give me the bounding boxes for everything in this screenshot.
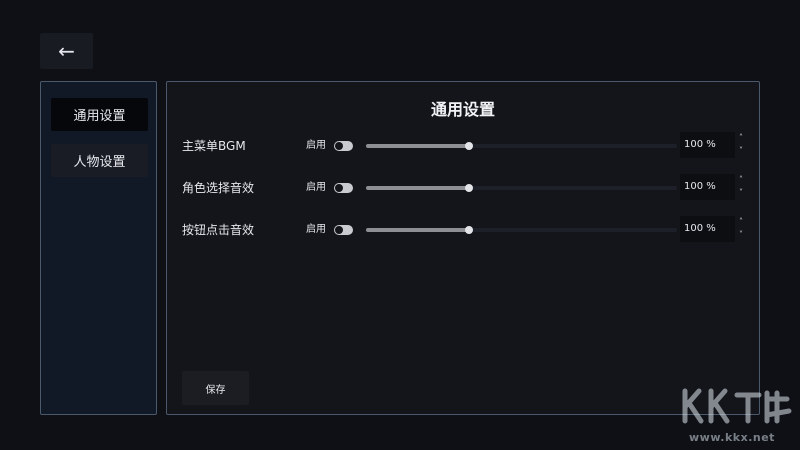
sidebar-item-character[interactable]: 人物设置	[51, 144, 148, 177]
enable-toggle[interactable]	[334, 183, 353, 193]
chevron-up-icon[interactable]: ˄	[735, 174, 747, 186]
volume-stepper: ˄ ˅	[735, 215, 747, 243]
volume-input[interactable]: 100 %	[680, 174, 735, 200]
setting-label: 主菜单BGM	[182, 139, 246, 153]
setting-row-character-select-sfx: 角色选择音效 启用 100 % ˄ ˅	[167, 173, 759, 201]
slider-fill	[366, 186, 469, 190]
settings-panel: 通用设置 主菜单BGM 启用 100 % ˄ ˅ 角色选择音效 启用 100 %…	[166, 81, 760, 415]
volume-input[interactable]: 100 %	[680, 132, 735, 158]
volume-input[interactable]: 100 %	[680, 216, 735, 242]
volume-stepper: ˄ ˅	[735, 173, 747, 201]
sidebar-item-label: 通用设置	[73, 109, 126, 124]
enable-toggle[interactable]	[334, 225, 353, 235]
chevron-up-icon[interactable]: ˄	[735, 216, 747, 228]
toggle-knob	[335, 142, 343, 150]
slider-thumb[interactable]	[464, 226, 473, 234]
sidebar-item-label: 人物设置	[73, 155, 126, 170]
enable-label: 启用	[306, 224, 326, 235]
enable-label: 启用	[306, 140, 326, 151]
settings-sidebar: 通用设置 人物设置	[40, 81, 157, 415]
setting-label: 角色选择音效	[182, 181, 255, 195]
setting-row-button-click-sfx: 按钮点击音效 启用 100 % ˄ ˅	[167, 215, 759, 243]
chevron-down-icon[interactable]: ˅	[735, 229, 747, 241]
volume-slider[interactable]	[366, 183, 677, 193]
volume-stepper: ˄ ˅	[735, 131, 747, 159]
enable-label: 启用	[306, 182, 326, 193]
arrow-left-icon: ←	[58, 39, 75, 63]
volume-slider[interactable]	[366, 141, 677, 151]
save-button[interactable]: 保存	[182, 371, 249, 405]
slider-fill	[366, 228, 469, 232]
chevron-up-icon[interactable]: ˄	[735, 132, 747, 144]
chevron-down-icon[interactable]: ˅	[735, 145, 747, 157]
watermark-url: www.kkx.net	[689, 431, 775, 444]
watermark-logo-icon	[682, 388, 792, 424]
sidebar-item-general[interactable]: 通用设置	[51, 98, 148, 131]
enable-toggle[interactable]	[334, 141, 353, 151]
slider-thumb[interactable]	[464, 142, 473, 150]
setting-label: 按钮点击音效	[182, 223, 255, 237]
chevron-down-icon[interactable]: ˅	[735, 187, 747, 199]
save-label: 保存	[205, 384, 226, 396]
page-title: 通用设置	[430, 100, 495, 119]
toggle-knob	[335, 226, 343, 234]
setting-row-menu-bgm: 主菜单BGM 启用 100 % ˄ ˅	[167, 131, 759, 159]
site-watermark: www.kkx.net	[675, 385, 795, 447]
slider-thumb[interactable]	[464, 184, 473, 192]
slider-fill	[366, 144, 469, 148]
back-button[interactable]: ←	[40, 33, 93, 69]
volume-slider[interactable]	[366, 225, 677, 235]
toggle-knob	[335, 184, 343, 192]
